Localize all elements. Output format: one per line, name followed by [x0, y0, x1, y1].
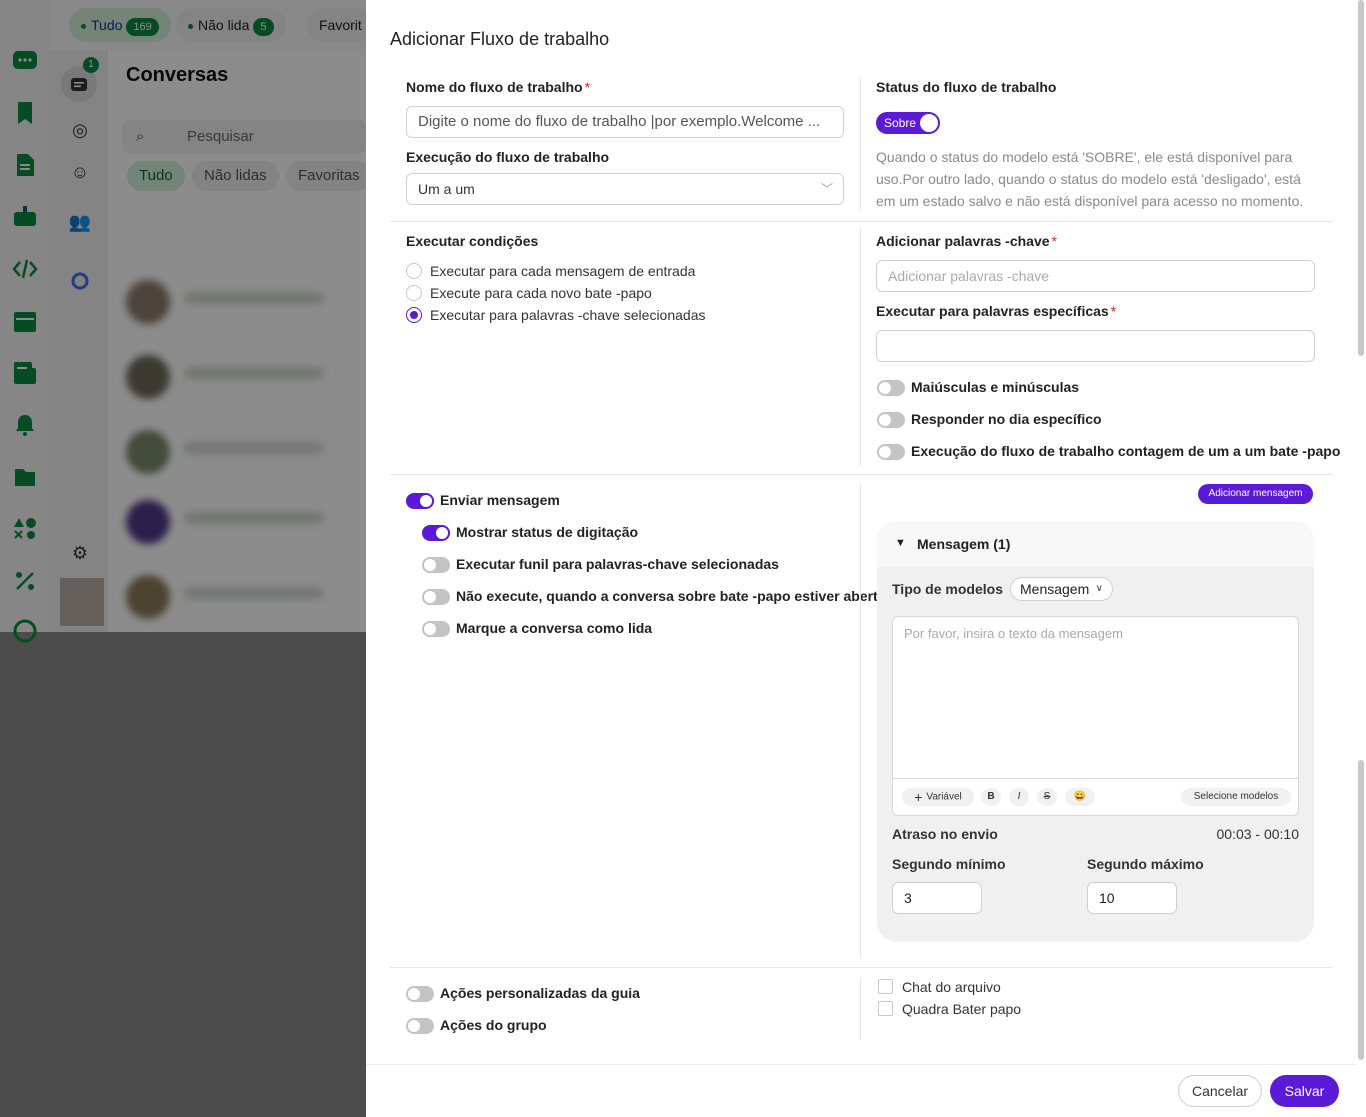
chevron-down-icon: ﹀ — [820, 182, 833, 196]
footer-divider — [366, 1064, 1356, 1065]
radio-selected-keywords[interactable]: Executar para palavras -chave selecionad… — [406, 307, 706, 323]
send-delay-range: 00:03 - 00:10 — [1216, 826, 1299, 842]
mark-read-label: Marque a conversa como lida — [456, 620, 653, 636]
message-card: ▼ Mensagem (1) Tipo de modelos Mensagem … — [877, 521, 1314, 942]
send-message-label: Enviar mensagem — [440, 492, 560, 508]
archive-chat-checkbox[interactable]: Chat do arquivo — [878, 979, 1001, 995]
message-text-input[interactable]: Por favor, insira o texto da mensagem — [892, 616, 1299, 778]
mark-read-toggle[interactable] — [422, 621, 450, 637]
modal-overlay[interactable] — [0, 0, 366, 1117]
divider — [390, 474, 1332, 475]
divider — [390, 221, 1332, 222]
group-actions-label: Ações do grupo — [440, 1017, 547, 1033]
workflow-execution-label: Execução do fluxo de trabalho — [406, 149, 610, 165]
typing-status-label: Mostrar status de digitação — [456, 524, 639, 540]
workflow-status-toggle[interactable]: Sobre — [876, 112, 940, 134]
emoji-button[interactable]: 😀 — [1065, 788, 1095, 806]
tab-custom-actions-label: Ações personalizadas da guia — [440, 985, 640, 1001]
background-app: Tudo 169 Não lida 5 Favorit 1 ◎ ☺ 👥 ⚙ Conv… — [0, 0, 366, 1117]
variable-button[interactable]: + Variável — [902, 788, 974, 806]
max-seconds-input[interactable]: 10 — [1087, 882, 1177, 914]
specific-words-input[interactable] — [876, 330, 1315, 362]
case-sensitive-toggle[interactable] — [877, 380, 905, 396]
italic-button[interactable]: I — [1009, 788, 1029, 806]
plus-icon: + — [914, 789, 923, 805]
keywords-input[interactable]: Adicionar palavras -chave — [876, 260, 1315, 292]
specific-day-toggle[interactable] — [877, 412, 905, 428]
divider — [860, 484, 861, 958]
funnel-keywords-toggle[interactable] — [422, 557, 450, 573]
radio-each-new-chat[interactable]: Execute para cada novo bate -papo — [406, 285, 652, 301]
cancel-button[interactable]: Cancelar — [1178, 1075, 1262, 1107]
typing-status-toggle[interactable] — [422, 525, 450, 541]
send-delay-label: Atraso no envio — [892, 826, 998, 842]
drawer-title: Adicionar Fluxo de trabalho — [390, 29, 610, 49]
tab-custom-actions-toggle[interactable] — [406, 986, 434, 1002]
one-to-one-count-label: Execução do fluxo de trabalho contagem d… — [911, 443, 1341, 459]
board-chat-checkbox[interactable]: Quadra Bater papo — [878, 1001, 1021, 1017]
drawer-scrollbar[interactable] — [1358, 0, 1364, 1117]
specific-day-label: Responder no dia específico — [911, 411, 1102, 427]
one-to-one-count-toggle[interactable] — [877, 444, 905, 460]
divider — [860, 978, 861, 1040]
max-seconds-label: Segundo máximo — [1087, 856, 1204, 872]
add-keywords-label: Adicionar palavras -chave * — [876, 233, 1057, 249]
message-toolbar: + Variável B I S 😀 Selecione modelos — [892, 778, 1299, 816]
funnel-keywords-label: Executar funil para palavras-chave selec… — [456, 556, 779, 572]
bold-button[interactable]: B — [981, 788, 1001, 806]
chat-open-label: Não execute, quando a conversa sobre bat… — [456, 588, 886, 604]
chat-open-toggle[interactable] — [422, 589, 450, 605]
save-button[interactable]: Salvar — [1270, 1075, 1339, 1107]
workflow-name-label: Nome do fluxo de trabalho * — [406, 79, 591, 95]
send-message-toggle[interactable] — [406, 493, 434, 509]
strike-button[interactable]: S — [1037, 788, 1057, 806]
radio-each-incoming-message[interactable]: Executar para cada mensagem de entrada — [406, 263, 695, 279]
divider — [860, 228, 861, 466]
workflow-name-input[interactable]: Digite o nome do fluxo de trabalho |por … — [406, 106, 844, 138]
template-type-select[interactable]: Mensagem ∨ — [1010, 577, 1113, 601]
divider — [860, 77, 861, 211]
add-workflow-drawer: Adicionar Fluxo de trabalho Nome do flux… — [366, 0, 1366, 1117]
workflow-execution-select[interactable]: Um a um ﹀ — [406, 173, 844, 205]
group-actions-toggle[interactable] — [406, 1018, 434, 1034]
case-sensitive-label: Maiúsculas e minúsculas — [911, 379, 1080, 395]
workflow-status-description: Quando o status do modelo está 'SOBRE', … — [876, 149, 1304, 209]
template-type-label: Tipo de modelos — [892, 581, 1003, 597]
add-message-button[interactable]: Adicionar mensagem — [1198, 484, 1313, 504]
chevron-down-icon: ∨ — [1095, 583, 1103, 594]
divider — [390, 967, 1332, 968]
specific-words-label: Executar para palavras específicas * — [876, 303, 1117, 319]
message-card-header[interactable]: ▼ Mensagem (1) — [877, 521, 1314, 567]
min-seconds-input[interactable]: 3 — [892, 882, 982, 914]
select-templates-button[interactable]: Selecione modelos — [1181, 788, 1291, 806]
caret-down-icon: ▼ — [895, 537, 906, 549]
execute-conditions-label: Executar condições — [406, 233, 539, 249]
min-seconds-label: Segundo mínimo — [892, 856, 1006, 872]
workflow-status-label: Status do fluxo de trabalho — [876, 79, 1057, 95]
